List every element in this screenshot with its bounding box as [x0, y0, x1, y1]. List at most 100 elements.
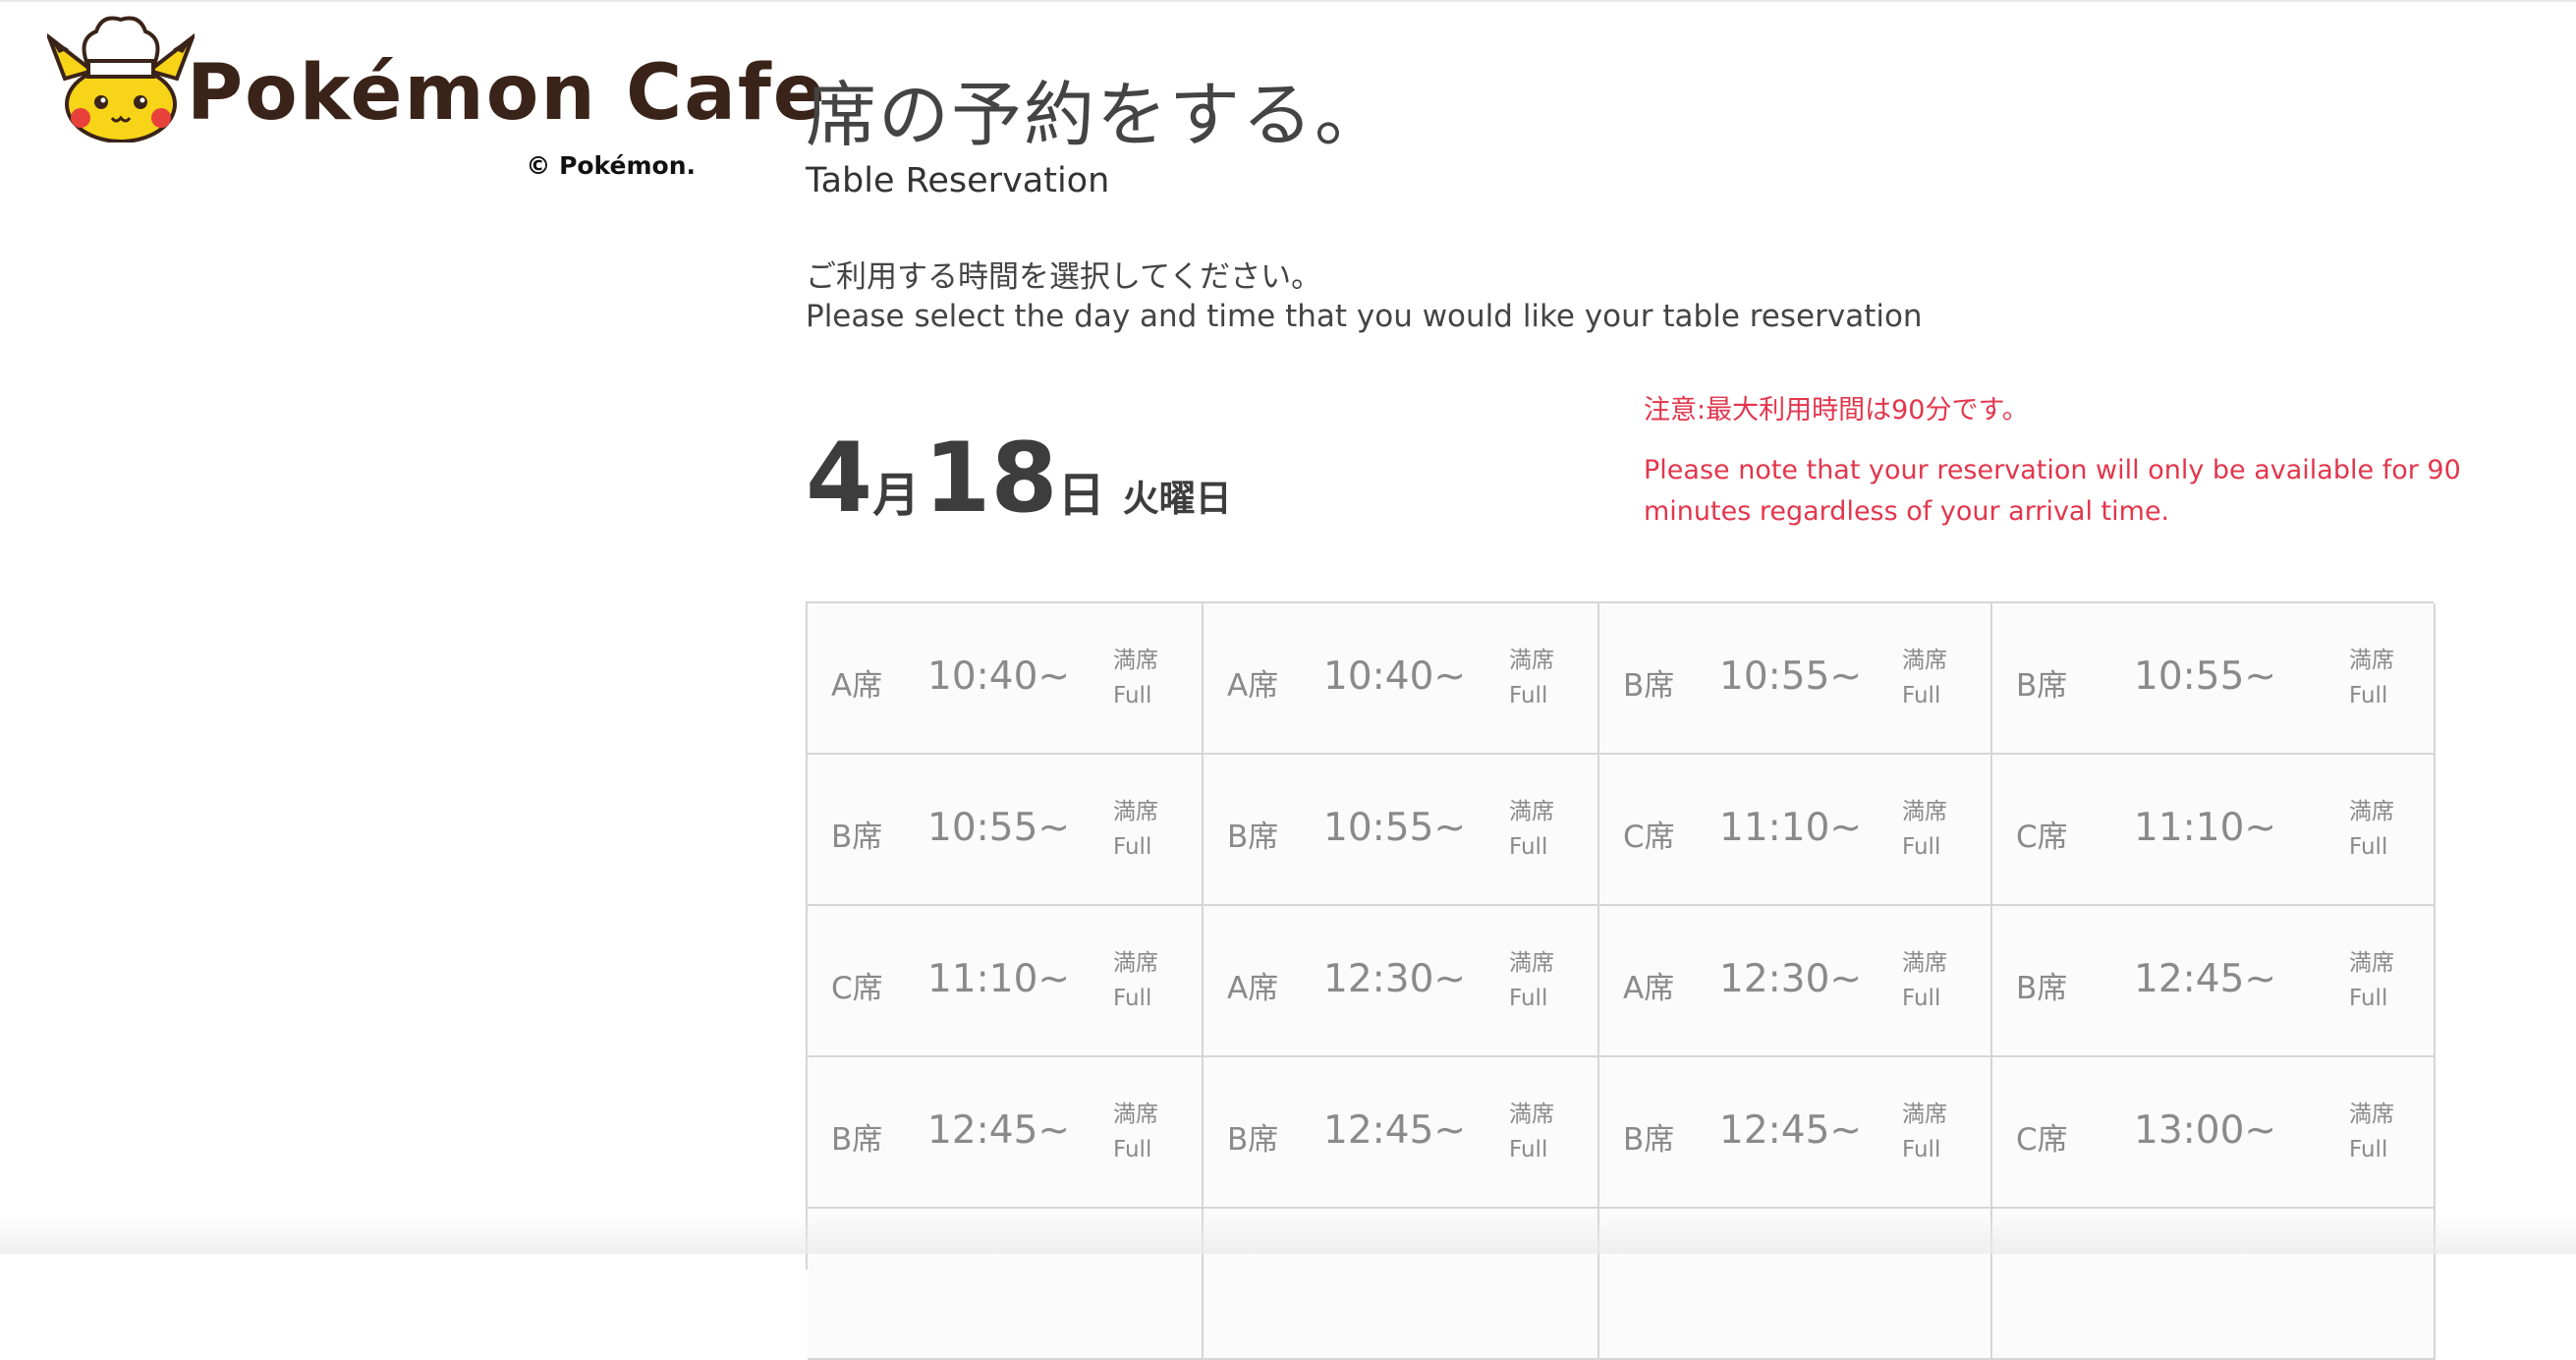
slot-status-ja: 満席 [2349, 648, 2394, 673]
slot-seat: B席 [1623, 668, 1675, 704]
slot-time: 11:10~ [2134, 806, 2277, 850]
slot-status-en: Full [1509, 834, 1548, 860]
slot-seat: B席 [1227, 1122, 1279, 1158]
slot-status-ja: 満席 [2349, 799, 2394, 824]
notice-ja: 注意:最大利用時間は90分です。 [1644, 395, 2029, 425]
time-slot[interactable]: B席 10:55~ 満席 Full [1992, 603, 2436, 755]
slot-status: 満席 Full [2349, 643, 2394, 713]
slot-seat: C席 [2016, 1122, 2068, 1158]
time-slot[interactable]: B席 10:55~ 満席 Full [1599, 603, 1992, 755]
slot-status-en: Full [1902, 834, 1941, 860]
time-slot[interactable]: A席 10:40~ 満席 Full [1204, 603, 1599, 755]
time-slot[interactable]: A席 12:30~ 満席 Full [1204, 906, 1599, 1057]
slot-status: 満席 Full [1509, 945, 1554, 1016]
slot-status: 満席 Full [1113, 643, 1158, 713]
slot-status-ja: 満席 [1113, 648, 1158, 673]
slot-status-en: Full [1902, 986, 1941, 1011]
slot-time: 11:10~ [927, 957, 1071, 1001]
logo-wordmark: Pokémon Cafe [187, 49, 827, 138]
slot-status-ja: 満席 [1902, 950, 1947, 976]
slot-seat: B席 [2016, 668, 2068, 704]
slot-seat: B席 [1623, 1122, 1675, 1158]
slot-time: 10:55~ [1323, 806, 1467, 850]
time-slot[interactable]: B席 12:45~ 満席 Full [1992, 906, 2436, 1057]
notice-en: Please note that your reservation will o… [1644, 455, 2461, 527]
slot-time: 10:55~ [1719, 654, 1863, 699]
slot-status: 満席 Full [1113, 945, 1158, 1016]
time-slot[interactable] [1992, 1209, 2436, 1360]
time-slot[interactable]: A席 12:30~ 満席 Full [1599, 906, 1992, 1057]
slot-status: 満席 Full [1113, 794, 1158, 865]
slot-status-ja: 満席 [1509, 648, 1554, 673]
slot-seat: C席 [1623, 820, 1675, 855]
slot-status-en: Full [1113, 683, 1152, 708]
time-slot[interactable] [808, 1209, 1204, 1360]
slot-time: 10:40~ [927, 654, 1071, 699]
slot-status: 満席 Full [1113, 1097, 1158, 1167]
slot-status-en: Full [2349, 1137, 2388, 1162]
slot-seat: C席 [2016, 820, 2068, 855]
slot-time: 12:45~ [1323, 1108, 1467, 1153]
slot-status-ja: 満席 [1113, 950, 1158, 976]
slot-seat: B席 [831, 820, 883, 855]
slot-status-ja: 満席 [1902, 1102, 1947, 1127]
slot-status: 満席 Full [1902, 945, 1947, 1016]
slot-status-en: Full [1902, 1137, 1941, 1162]
slot-status: 満席 Full [1509, 643, 1554, 713]
slot-status: 満席 Full [1902, 794, 1947, 865]
slot-status-en: Full [1509, 683, 1548, 708]
time-slot[interactable]: C席 11:10~ 満席 Full [1992, 755, 2436, 906]
time-slot[interactable] [1204, 1209, 1599, 1360]
slot-status: 満席 Full [2349, 1097, 2394, 1167]
time-slot[interactable]: B席 12:45~ 満席 Full [1599, 1057, 1992, 1209]
slot-status: 満席 Full [2349, 945, 2394, 1016]
slot-seat: A席 [1227, 971, 1279, 1006]
slot-status: 満席 Full [1509, 794, 1554, 865]
slot-status-en: Full [2349, 986, 2388, 1011]
slot-status-ja: 満席 [1509, 1102, 1554, 1127]
date-month-unit: 月 [872, 468, 921, 523]
slot-status-en: Full [1902, 683, 1941, 708]
time-slot[interactable]: C席 11:10~ 満席 Full [808, 906, 1204, 1057]
slot-time: 10:40~ [1323, 654, 1467, 699]
date-day-unit: 日 [1057, 468, 1105, 523]
slot-status: 満席 Full [1509, 1097, 1554, 1167]
time-slot[interactable]: A席 10:40~ 満席 Full [808, 603, 1204, 755]
slot-time: 12:30~ [1323, 957, 1467, 1001]
slot-status-en: Full [1113, 986, 1152, 1011]
time-slot[interactable]: C席 11:10~ 満席 Full [1599, 755, 1992, 906]
slot-time: 10:55~ [927, 806, 1071, 850]
slot-seat: A席 [1227, 668, 1279, 704]
time-slot[interactable]: B席 12:45~ 満席 Full [808, 1057, 1204, 1209]
slot-status: 満席 Full [2349, 794, 2394, 865]
slot-seat: B席 [1227, 820, 1279, 855]
slot-time: 11:10~ [1719, 806, 1863, 850]
slot-status-ja: 満席 [1509, 799, 1554, 824]
slot-seat: C席 [831, 971, 883, 1006]
selected-date: 4月18日 火曜日 [806, 423, 1232, 535]
logo-copyright: © Pokémon. [526, 151, 696, 180]
time-slot[interactable]: B席 12:45~ 満席 Full [1204, 1057, 1599, 1209]
time-slot-grid: A席 10:40~ 満席 Full A席 10:40~ 満席 Full B席 10:55~ 満席 Fu… [806, 601, 2436, 1360]
slot-seat: A席 [831, 668, 883, 704]
slot-status-ja: 満席 [2349, 950, 2394, 976]
slot-time: 12:45~ [927, 1108, 1071, 1153]
pokemon-cafe-logo[interactable]: Pokémon Cafe © Pokémon. [47, 10, 825, 187]
slot-status: 満席 Full [1902, 643, 1947, 713]
slot-status-en: Full [1113, 834, 1152, 860]
time-slot[interactable] [1599, 1209, 1992, 1360]
page-title-ja: 席の予約をする。 [806, 74, 1388, 156]
slot-seat: B席 [2016, 971, 2068, 1006]
slot-status: 満席 Full [1902, 1097, 1947, 1167]
page-title-en: Table Reservation [806, 161, 1110, 200]
instruction-ja: ご利用する時間を選択してください。 [806, 259, 1322, 295]
slot-status-ja: 満席 [1509, 950, 1554, 976]
slot-status-ja: 満席 [1113, 799, 1158, 824]
time-slot[interactable]: B席 10:55~ 満席 Full [808, 755, 1204, 906]
date-weekday: 火曜日 [1122, 478, 1232, 520]
slot-status-en: Full [1509, 986, 1548, 1011]
time-slot[interactable]: C席 13:00~ 満席 Full [1992, 1057, 2436, 1209]
time-slot[interactable]: B席 10:55~ 満席 Full [1204, 755, 1599, 906]
slot-seat: A席 [1623, 971, 1675, 1006]
slot-time: 13:00~ [2134, 1108, 2277, 1153]
